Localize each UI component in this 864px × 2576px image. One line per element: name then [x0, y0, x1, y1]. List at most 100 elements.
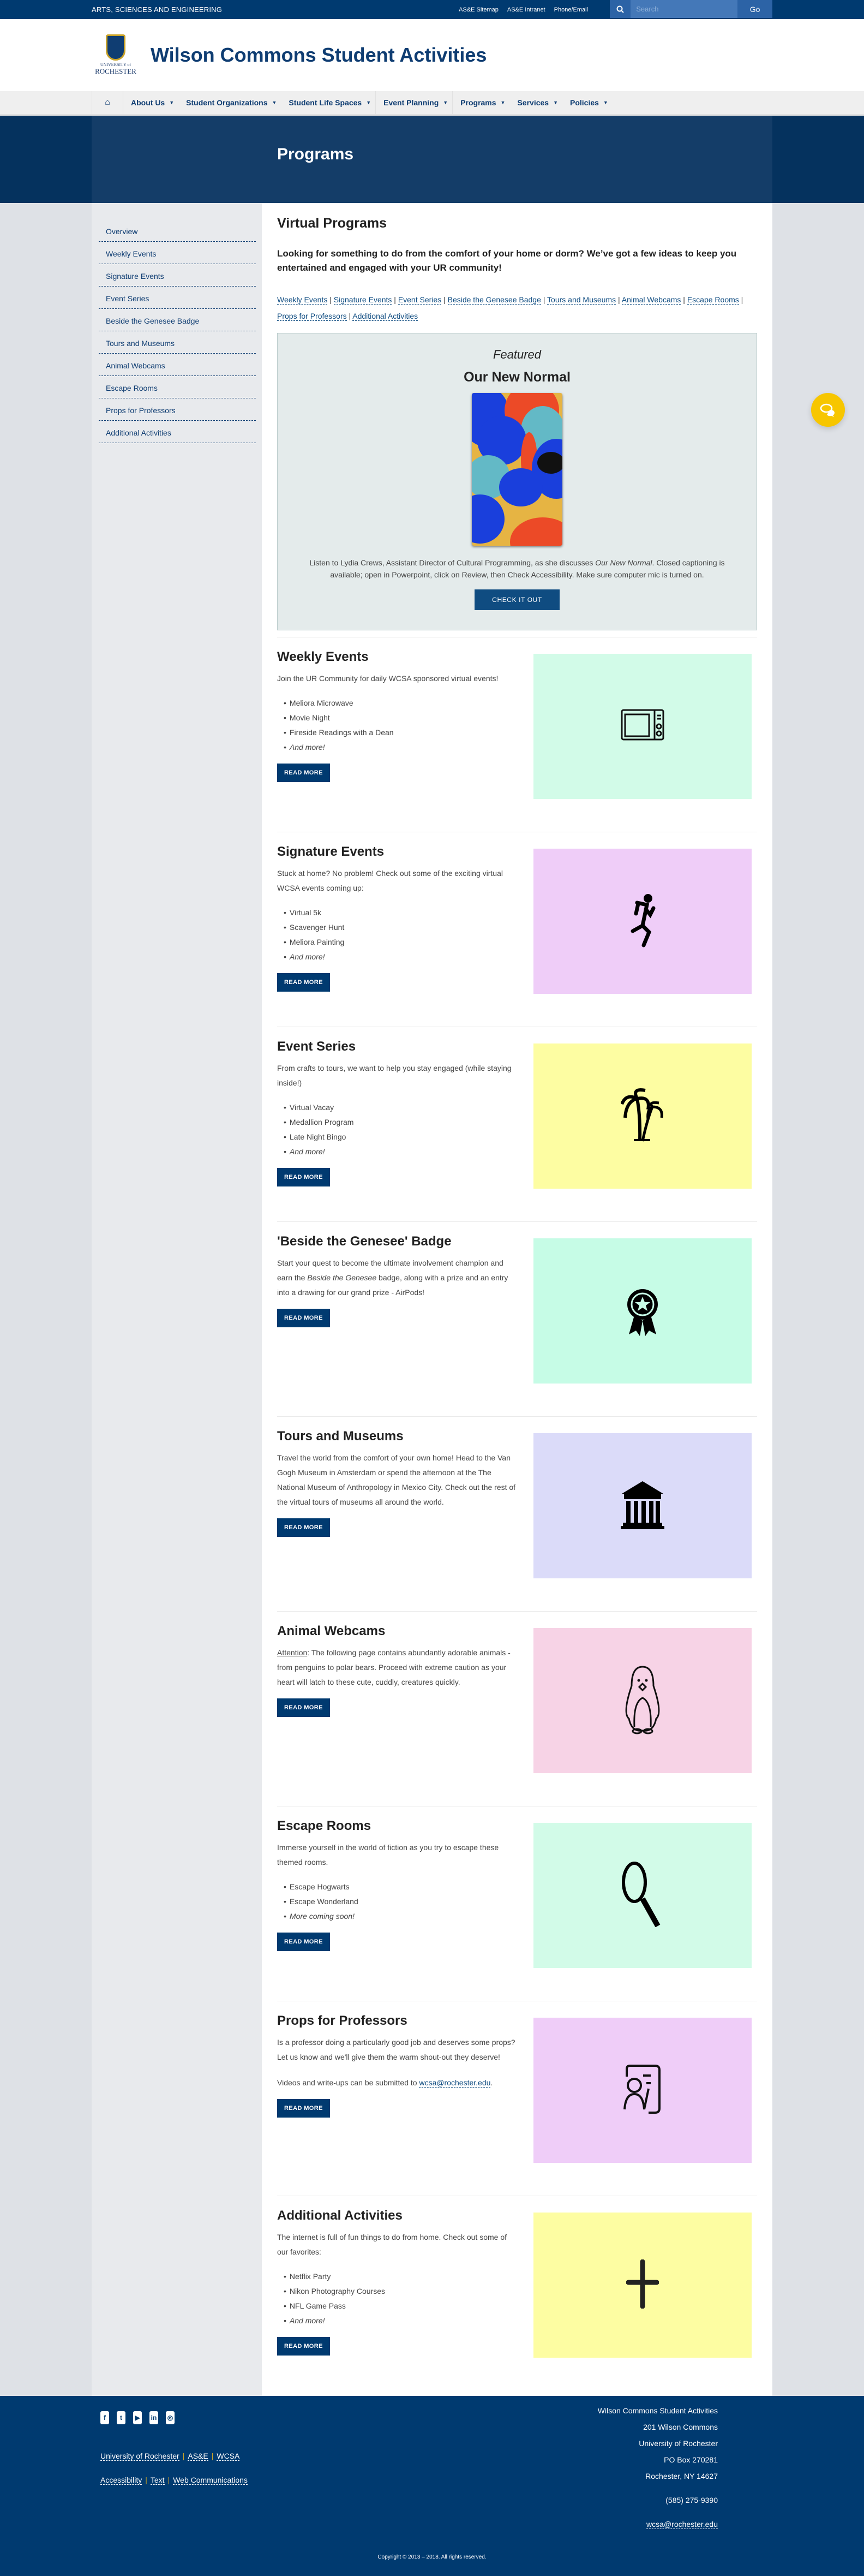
sitemap-link[interactable]: AS&E Sitemap — [459, 7, 499, 13]
email-link[interactable]: wcsa@rochester.edu — [419, 2078, 491, 2088]
read-more-button[interactable]: READ MORE — [277, 1698, 330, 1717]
program-section: Tours and Museums Travel the world from t… — [277, 1416, 757, 1595]
sidebar-item[interactable]: Event Series — [99, 287, 256, 309]
section-image[interactable] — [533, 1238, 752, 1384]
nav-student-organizations[interactable]: Student Organizations ▼ — [178, 91, 281, 114]
read-more-button[interactable]: READ MORE — [277, 2337, 330, 2356]
section-image[interactable] — [533, 849, 752, 994]
plus-icon — [626, 2259, 659, 2311]
list-item-more: And more! — [284, 950, 517, 964]
intranet-link[interactable]: AS&E Intranet — [507, 7, 545, 13]
separator: | — [392, 295, 398, 304]
section-title: Signature Events — [277, 844, 385, 859]
section-list: Escape HogwartsEscape WonderlandMore com… — [284, 1880, 517, 1924]
section-image[interactable] — [533, 1823, 752, 1968]
jump-link[interactable]: Additional Activities — [352, 312, 418, 321]
footer-link-webcomm[interactable]: Web Communications — [173, 2476, 248, 2485]
sidebar-item[interactable]: Signature Events — [99, 264, 256, 287]
list-item: Netflix Party — [284, 2269, 517, 2284]
featured-artwork[interactable] — [472, 393, 562, 546]
section-image[interactable] — [533, 2213, 752, 2358]
art-shape — [510, 517, 562, 546]
read-more-button[interactable]: READ MORE — [277, 973, 330, 992]
jump-link[interactable]: Animal Webcams — [621, 295, 681, 305]
list-item-more: And more! — [284, 2313, 517, 2328]
read-more-button[interactable]: READ MORE — [277, 764, 330, 782]
address-line: University of Rochester — [639, 2439, 718, 2448]
list-item: Movie Night — [284, 711, 517, 725]
jump-link[interactable]: Beside the Genesee Badge — [447, 295, 541, 305]
jump-link[interactable]: Signature Events — [333, 295, 392, 305]
nav-services[interactable]: Services ▼ — [509, 91, 562, 114]
jump-link[interactable]: Tours and Museums — [547, 295, 616, 305]
section-image[interactable] — [533, 1628, 752, 1773]
sidebar-item[interactable]: Beside the Genesee Badge — [99, 309, 256, 331]
twitter-icon[interactable]: t — [117, 2411, 125, 2424]
list-item: Escape Hogwarts — [284, 1880, 517, 1894]
sidebar-item[interactable]: Tours and Museums — [99, 331, 256, 354]
read-more-button[interactable]: READ MORE — [277, 1933, 330, 1951]
footer-link-text[interactable]: Text — [150, 2476, 165, 2485]
sidebar-item[interactable]: Additional Activities — [99, 421, 256, 443]
jump-link[interactable]: Props for Professors — [277, 312, 347, 321]
chat-bubble-icon[interactable] — [811, 393, 845, 427]
instagram-icon[interactable]: ◎ — [166, 2411, 175, 2424]
sidebar-item[interactable]: Weekly Events — [99, 242, 256, 264]
separator: | — [739, 295, 743, 304]
footer-link-accessibility[interactable]: Accessibility — [100, 2476, 142, 2485]
sidebar-item[interactable]: Props for Professors — [99, 398, 256, 421]
nav-event-planning[interactable]: Event Planning ▼ — [376, 91, 453, 114]
university-logo[interactable]: UNIVERSITY of ROCHESTER — [95, 34, 136, 76]
program-section: Event Series From crafts to tours, we wan… — [277, 1027, 757, 1205]
phone-email-link[interactable]: Phone/Email — [554, 7, 588, 13]
art-shape — [472, 494, 505, 544]
footer-link-ase[interactable]: AS&E — [188, 2452, 208, 2461]
section-image[interactable] — [533, 1043, 752, 1189]
check-it-out-button[interactable]: CHECK IT OUT — [475, 589, 560, 610]
read-more-button[interactable]: READ MORE — [277, 2099, 330, 2118]
section-text: Signature Events Stuck at home? No proble… — [277, 844, 533, 994]
home-icon[interactable]: ⌂ — [92, 91, 123, 114]
nav-about-us[interactable]: About Us ▼ — [123, 91, 178, 114]
caret-down-icon: ▼ — [443, 100, 448, 105]
page-title: Virtual Programs — [277, 216, 387, 231]
jump-link[interactable]: Escape Rooms — [687, 295, 739, 305]
section-list: Meliora MicrowaveMovie NightFireside Rea… — [284, 696, 517, 755]
nav-student-life-spaces[interactable]: Student Life Spaces ▼ — [281, 91, 376, 114]
list-item: Scavenger Hunt — [284, 920, 517, 935]
search-input[interactable] — [631, 0, 738, 18]
desc-emphasis: Our New Normal — [595, 558, 652, 567]
section-description: Join the UR Community for daily WCSA spo… — [277, 674, 499, 683]
section-list: Netflix PartyNikon Photography CoursesNF… — [284, 2269, 517, 2328]
section-description: Attention: The following page contains a… — [277, 1645, 517, 1690]
jump-link[interactable]: Weekly Events — [277, 295, 328, 305]
read-more-button[interactable]: READ MORE — [277, 1168, 330, 1186]
nav-policies[interactable]: Policies ▼ — [562, 91, 613, 114]
footer-address: Wilson Commons Student Activities 201 Wi… — [598, 2402, 718, 2532]
youtube-icon[interactable]: ▶ — [133, 2411, 142, 2424]
sidebar-item[interactable]: Escape Rooms — [99, 376, 256, 398]
section-description: The internet is full of fun things to do… — [277, 2233, 507, 2256]
read-more-button[interactable]: READ MORE — [277, 1309, 330, 1327]
section-image[interactable] — [533, 2018, 752, 2163]
jump-link[interactable]: Event Series — [398, 295, 442, 305]
read-more-button[interactable]: READ MORE — [277, 1518, 330, 1537]
caret-down-icon: ▼ — [500, 100, 506, 105]
nav-programs[interactable]: Programs ▼ — [453, 91, 509, 114]
site-header: UNIVERSITY of ROCHESTER Wilson Commons S… — [0, 19, 864, 91]
sidebar-item[interactable]: Overview — [99, 219, 256, 242]
facebook-icon[interactable]: f — [100, 2411, 109, 2424]
footer-email-link[interactable]: wcsa@rochester.edu — [646, 2520, 718, 2529]
nav-label: Policies — [570, 98, 599, 107]
search-go-button[interactable]: Go — [737, 0, 772, 18]
attention-label: Attention — [277, 1648, 308, 1657]
sidebar-item[interactable]: Animal Webcams — [99, 354, 256, 376]
section-description: Travel the world from the comfort of you… — [277, 1453, 516, 1506]
footer-link-wcsa[interactable]: WCSA — [217, 2452, 240, 2461]
linkedin-icon[interactable]: in — [149, 2411, 158, 2424]
site-title[interactable]: Wilson Commons Student Activities — [151, 44, 487, 67]
section-image[interactable] — [533, 654, 752, 799]
footer-link-university[interactable]: University of Rochester — [100, 2452, 179, 2461]
footer-links-primary: University of Rochester | AS&E | WCSA — [100, 2452, 240, 2461]
section-image[interactable] — [533, 1433, 752, 1578]
